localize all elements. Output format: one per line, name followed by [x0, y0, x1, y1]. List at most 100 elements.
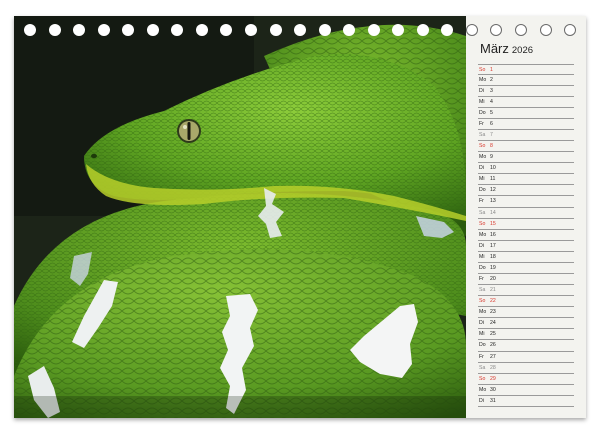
day-number: 27	[490, 353, 496, 360]
weekday-label: Mo	[479, 309, 487, 316]
binding-hole-icon	[564, 24, 577, 36]
day-row: Mo 16	[478, 230, 574, 241]
day-number: 17	[490, 242, 496, 249]
day-row: Do 19	[478, 263, 574, 274]
weekday-label: Di	[479, 165, 484, 172]
day-number: 14	[490, 209, 496, 216]
weekday-label: Di	[479, 397, 484, 404]
day-number: 2	[490, 76, 493, 83]
day-number: 30	[490, 386, 496, 393]
weekday-label: Do	[479, 264, 486, 271]
day-number: 4	[490, 98, 493, 105]
day-row: Mi 11	[478, 174, 574, 186]
day-number: 28	[490, 364, 496, 371]
binding-hole-icon	[318, 24, 331, 36]
weekday-label: Sa	[479, 364, 486, 371]
month-name: März	[480, 41, 509, 56]
binding-hole-icon	[539, 24, 552, 36]
binding-hole-icon	[220, 24, 233, 36]
binding-hole-icon	[195, 24, 208, 36]
day-row: Do 5	[478, 108, 574, 119]
weekday-label: Fr	[479, 198, 484, 205]
day-row: So 1	[478, 63, 574, 75]
day-row: Sa 7	[478, 130, 574, 142]
day-number: 21	[490, 287, 496, 294]
weekday-label: Do	[479, 109, 486, 116]
weekday-label: Sa	[479, 209, 486, 216]
month-header: März 2026	[480, 40, 533, 58]
day-row: Mi 18	[478, 252, 574, 263]
binding-hole-icon	[392, 24, 405, 36]
binding-rings	[14, 24, 586, 40]
day-row: Do 26	[478, 340, 574, 352]
day-number: 3	[490, 87, 493, 94]
weekday-label: Mi	[479, 331, 485, 338]
weekday-label: Mi	[479, 253, 485, 260]
day-row: Mi 4	[478, 97, 574, 108]
day-number: 23	[490, 309, 496, 316]
weekday-label: Di	[479, 87, 484, 94]
day-row: Mo 23	[478, 307, 574, 319]
day-row: Fr 20	[478, 274, 574, 286]
weekday-label: Fr	[479, 120, 484, 127]
binding-hole-icon	[122, 24, 135, 36]
binding-hole-icon	[244, 24, 257, 36]
weekday-label: Do	[479, 342, 486, 349]
year-label: 2026	[511, 45, 534, 56]
binding-hole-icon	[465, 24, 478, 36]
binding-hole-icon	[416, 24, 429, 36]
day-number: 22	[490, 298, 496, 305]
binding-hole-icon	[146, 24, 159, 36]
day-row: Fr 13	[478, 196, 574, 208]
day-number: 24	[490, 320, 496, 327]
day-row: Fr 6	[478, 119, 574, 130]
snake-photo	[14, 16, 466, 418]
day-row: Di 10	[478, 163, 574, 175]
binding-hole-icon	[24, 24, 36, 36]
weekday-label: Fr	[479, 353, 484, 360]
binding-hole-icon	[490, 24, 503, 36]
day-row: Di 24	[478, 318, 574, 330]
binding-hole-icon	[269, 24, 282, 36]
day-row: Mo 2	[478, 75, 574, 86]
weekday-label: Mo	[479, 154, 487, 161]
day-list: So 1 Mo 2 Di 3 Mi 4 Do 5 Fr 6 Sa 7 So 8 Mo 9 Di 10 Mi 11 Do 12 F…	[478, 63, 574, 407]
weekday-label: Mi	[479, 176, 485, 183]
day-number: 5	[490, 109, 493, 116]
day-number: 13	[490, 198, 496, 205]
day-row: Fr 27	[478, 352, 574, 363]
day-number: 18	[490, 253, 496, 260]
weekday-label: Mi	[479, 98, 485, 105]
day-row: Di 3	[478, 86, 574, 97]
weekday-label: Do	[479, 187, 486, 194]
day-number: 15	[490, 220, 496, 227]
day-number: 29	[490, 375, 496, 382]
weekday-label: So	[479, 298, 486, 305]
weekday-label: So	[479, 220, 486, 227]
day-row: Mo 9	[478, 152, 574, 164]
day-row: Di 17	[478, 241, 574, 252]
day-row: So 8	[478, 141, 574, 153]
day-number: 31	[490, 397, 496, 404]
day-row: Mo 30	[478, 385, 574, 396]
calendar-page: März 2026 So 1 Mo 2 Di 3 Mi 4 Do 5 Fr 6 Sa 7 So 8 Mo 9 Di 10…	[14, 16, 586, 418]
day-number: 9	[490, 154, 493, 161]
weekday-label: Sa	[479, 287, 486, 294]
binding-hole-icon	[441, 24, 454, 36]
binding-hole-icon	[73, 24, 86, 36]
snake-icon	[14, 16, 466, 418]
binding-hole-icon	[48, 24, 61, 36]
day-number: 10	[490, 165, 496, 172]
day-row: Di 31	[478, 396, 574, 407]
day-number: 16	[490, 231, 496, 238]
day-number: 26	[490, 342, 496, 349]
weekday-label: Mo	[479, 386, 487, 393]
binding-hole-icon	[294, 24, 307, 36]
weekday-label: Di	[479, 242, 484, 249]
binding-hole-icon	[343, 24, 356, 36]
day-row: Sa 21	[478, 285, 574, 297]
day-row: Sa 14	[478, 208, 574, 219]
day-number: 7	[490, 131, 493, 138]
weekday-label: So	[479, 66, 486, 73]
binding-hole-icon	[515, 24, 527, 36]
